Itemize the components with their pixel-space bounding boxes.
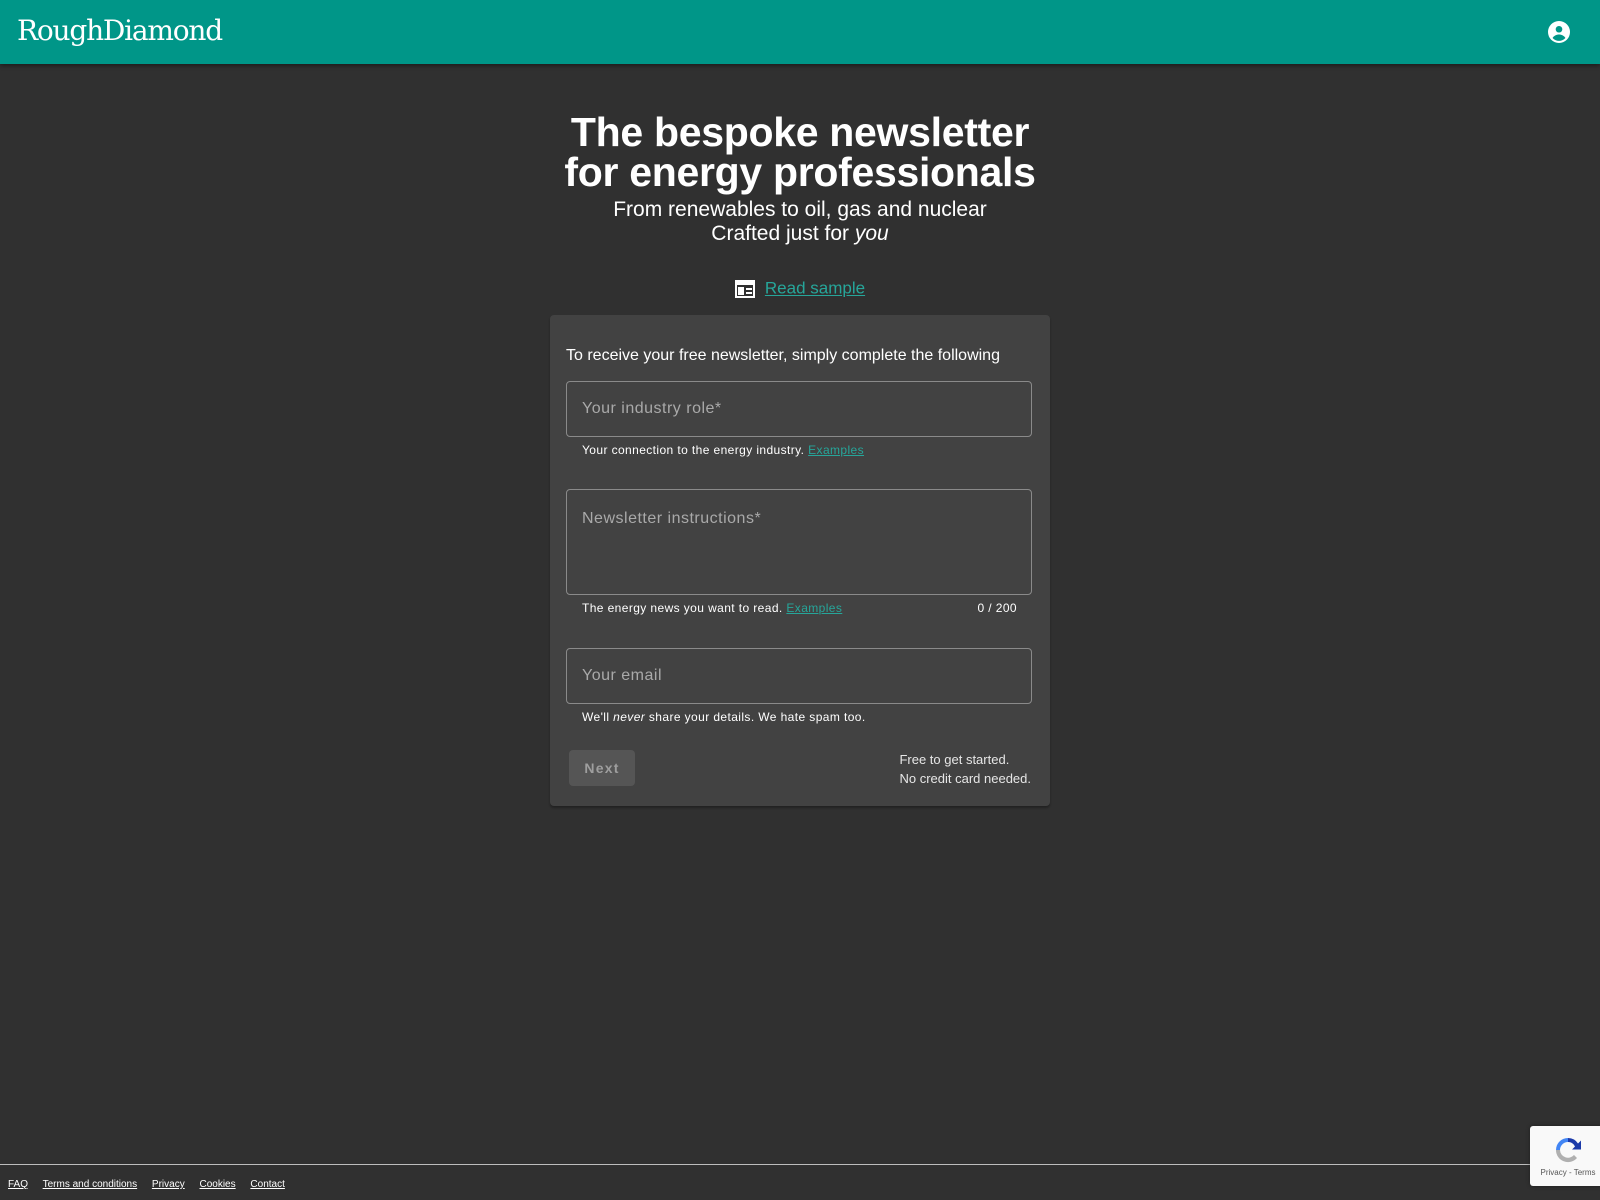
page-title: The bespoke newsletter for energy profes… xyxy=(0,112,1600,195)
next-button[interactable]: Next xyxy=(569,750,635,786)
instructions-hint: The energy news you want to read. Exampl… xyxy=(582,601,842,615)
hint-text: We'll xyxy=(582,710,614,724)
hint-emphasis: never xyxy=(613,710,646,724)
hero: The bespoke newsletter for energy profes… xyxy=(0,112,1600,246)
footer-divider xyxy=(0,1164,1600,1165)
email-field[interactable] xyxy=(566,648,1032,704)
newsletter-instructions-field[interactable] xyxy=(566,489,1032,595)
character-counter: 0 / 200 xyxy=(977,601,1017,615)
industry-role-input[interactable] xyxy=(567,382,1031,436)
signup-card: To receive your free newsletter, simply … xyxy=(550,315,1050,806)
top-app-bar: RoughDiamond xyxy=(0,0,1600,64)
subtitle: From renewables to oil, gas and nuclear … xyxy=(0,198,1600,246)
free-note: Free to get started. No credit card need… xyxy=(899,750,1031,788)
footer-link-terms[interactable]: Terms and conditions xyxy=(43,1179,138,1190)
footer-link-privacy[interactable]: Privacy xyxy=(152,1179,185,1190)
email-input[interactable] xyxy=(567,649,1031,703)
industry-role-field[interactable] xyxy=(566,381,1032,437)
recaptcha-label[interactable]: Privacy - Terms xyxy=(1530,1168,1600,1177)
recaptcha-icon xyxy=(1555,1138,1581,1163)
industry-role-hint: Your connection to the energy industry. … xyxy=(582,443,864,457)
recaptcha-badge[interactable]: Privacy - Terms xyxy=(1530,1126,1600,1186)
account-circle-icon[interactable] xyxy=(1548,21,1570,43)
logo[interactable]: RoughDiamond xyxy=(17,14,223,47)
instructions-examples-link[interactable]: Examples xyxy=(786,601,842,615)
footer: FAQ Terms and conditions Privacy Cookies… xyxy=(8,1179,297,1190)
hint-text: The energy news you want to read. xyxy=(582,601,787,615)
free-line-1: Free to get started. xyxy=(899,752,1010,767)
footer-link-contact[interactable]: Contact xyxy=(250,1179,284,1190)
role-examples-link[interactable]: Examples xyxy=(808,443,864,457)
subtitle-emphasis: you xyxy=(854,222,889,245)
free-line-2: No credit card needed. xyxy=(899,771,1031,786)
newspaper-icon xyxy=(734,279,755,299)
email-hint: We'll never share your details. We hate … xyxy=(582,710,866,724)
newsletter-instructions-input[interactable] xyxy=(567,490,1031,594)
footer-link-faq[interactable]: FAQ xyxy=(8,1179,28,1190)
form-intro: To receive your free newsletter, simply … xyxy=(566,347,1000,364)
subtitle-line-1: From renewables to oil, gas and nuclear xyxy=(613,198,987,221)
footer-link-cookies[interactable]: Cookies xyxy=(199,1179,235,1190)
read-sample: Read sample xyxy=(0,278,1600,299)
hint-text: share your details. We hate spam too. xyxy=(645,710,866,724)
subtitle-line-2: Crafted just for xyxy=(711,222,855,245)
title-line-2: for energy professionals xyxy=(564,149,1036,195)
hint-text: Your connection to the energy industry. xyxy=(582,443,809,457)
read-sample-link[interactable]: Read sample xyxy=(765,279,865,298)
